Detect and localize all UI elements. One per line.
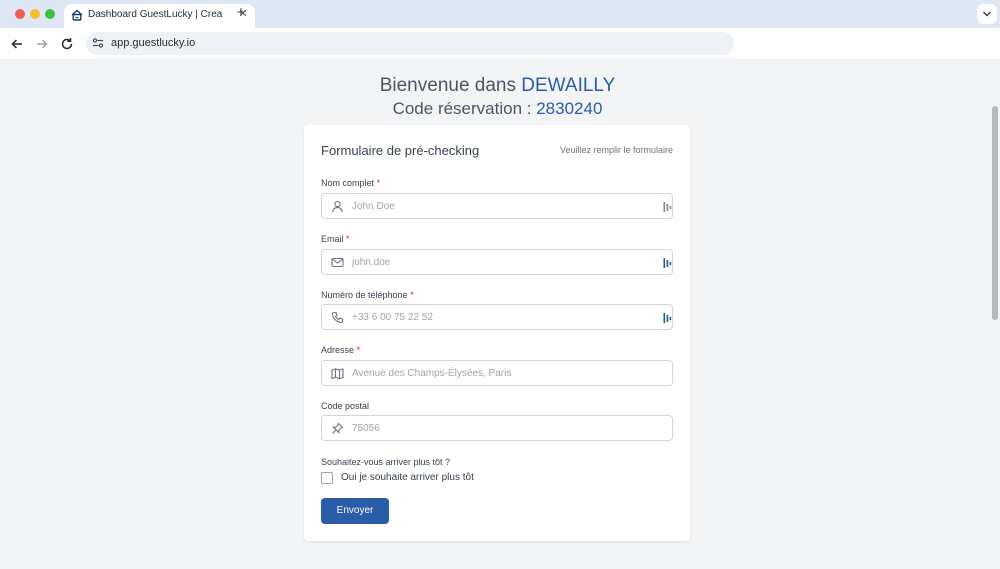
postal-code-label: Code postal xyxy=(321,401,369,411)
tab-list-button[interactable] xyxy=(977,4,997,24)
reservation-code-line: Code réservation : 2830240 xyxy=(0,99,995,119)
form-hint: Veuillez remplir le formulaire xyxy=(559,145,673,155)
email-field[interactable]: john.doe xyxy=(321,249,673,275)
required-mark: * xyxy=(346,234,350,244)
url-text: app.guestlucky.io xyxy=(111,37,196,49)
address-label: Adresse * xyxy=(321,345,360,355)
maximize-window-button[interactable] xyxy=(45,9,55,19)
submit-button[interactable]: Envoyer xyxy=(321,498,389,524)
page-viewport: Bienvenue dans DEWAILLY Code réservation… xyxy=(0,61,1000,569)
close-window-button[interactable] xyxy=(15,9,25,19)
email-label-text: Email xyxy=(321,234,344,244)
tab-title: Dashboard GuestLucky | Crea xyxy=(88,9,223,20)
fullname-label: Nom complet * xyxy=(321,178,380,188)
pin-icon xyxy=(332,422,344,434)
early-arrival-label[interactable]: Oui je souhaite arriver plus tôt xyxy=(341,472,474,483)
new-tab-button[interactable]: + xyxy=(234,5,248,20)
form-title: Formulaire de pré-checking xyxy=(321,143,480,158)
guestlucky-favicon-icon xyxy=(71,9,83,21)
map-icon xyxy=(331,368,344,380)
password-manager-icon[interactable] xyxy=(663,312,673,324)
required-mark: * xyxy=(410,290,414,300)
fullname-label-text: Nom complet xyxy=(321,178,375,188)
fullname-field[interactable]: John Doe xyxy=(321,193,673,219)
email-label: Email * xyxy=(321,234,350,244)
required-mark: * xyxy=(376,178,381,188)
address-field[interactable]: Avenue des Champs-Élysées, Paris xyxy=(321,360,673,386)
address-placeholder: Avenue des Champs-Élysées, Paris xyxy=(352,368,512,379)
early-arrival-question: Souhaitez-vous arriver plus tôt ? xyxy=(321,457,451,467)
address-bar[interactable]: app.guestlucky.io xyxy=(86,32,734,55)
user-icon xyxy=(332,200,343,213)
address-label-text: Adresse xyxy=(321,345,355,355)
reload-icon[interactable] xyxy=(59,36,75,52)
forward-arrow-icon[interactable] xyxy=(34,36,50,52)
browser-titlebar: Dashboard GuestLucky | Crea ✕ + xyxy=(0,0,1000,28)
hotel-name: DEWAILLY xyxy=(521,75,616,96)
back-arrow-icon[interactable] xyxy=(9,36,25,52)
password-manager-icon[interactable] xyxy=(663,201,673,213)
minimize-window-button[interactable] xyxy=(30,9,40,19)
phone-label-text: Numéro de téléphone xyxy=(321,290,408,300)
site-settings-icon[interactable] xyxy=(92,37,104,49)
precheck-form-card: Formulaire de pré-checking Veuillez remp… xyxy=(304,125,690,541)
password-manager-icon[interactable] xyxy=(663,257,673,269)
scrollbar-thumb[interactable] xyxy=(992,106,998,320)
fullname-placeholder: John Doe xyxy=(352,201,395,212)
postal-code-label-text: Code postal xyxy=(321,401,370,411)
welcome-heading: Bienvenue dans DEWAILLY xyxy=(0,75,995,97)
reservation-code-label: Code réservation : xyxy=(392,99,537,118)
required-mark: * xyxy=(356,345,361,355)
email-placeholder: john.doe xyxy=(352,257,391,268)
phone-label: Numéro de téléphone * xyxy=(321,290,414,300)
mail-icon xyxy=(331,257,344,268)
early-arrival-checkbox[interactable] xyxy=(321,472,333,484)
reservation-code: 2830240 xyxy=(536,99,603,118)
postal-code-placeholder: 75056 xyxy=(352,423,380,434)
phone-field[interactable]: +33 6 00 75 22 52 xyxy=(321,304,673,330)
welcome-prefix: Bienvenue dans xyxy=(379,75,522,96)
chevron-down-icon xyxy=(982,11,992,17)
phone-icon xyxy=(331,311,344,324)
phone-placeholder: +33 6 00 75 22 52 xyxy=(352,312,433,323)
browser-toolbar: app.guestlucky.io xyxy=(0,28,1000,60)
postal-code-field[interactable]: 75056 xyxy=(321,415,673,441)
browser-tab[interactable]: Dashboard GuestLucky | Crea ✕ xyxy=(64,4,255,28)
